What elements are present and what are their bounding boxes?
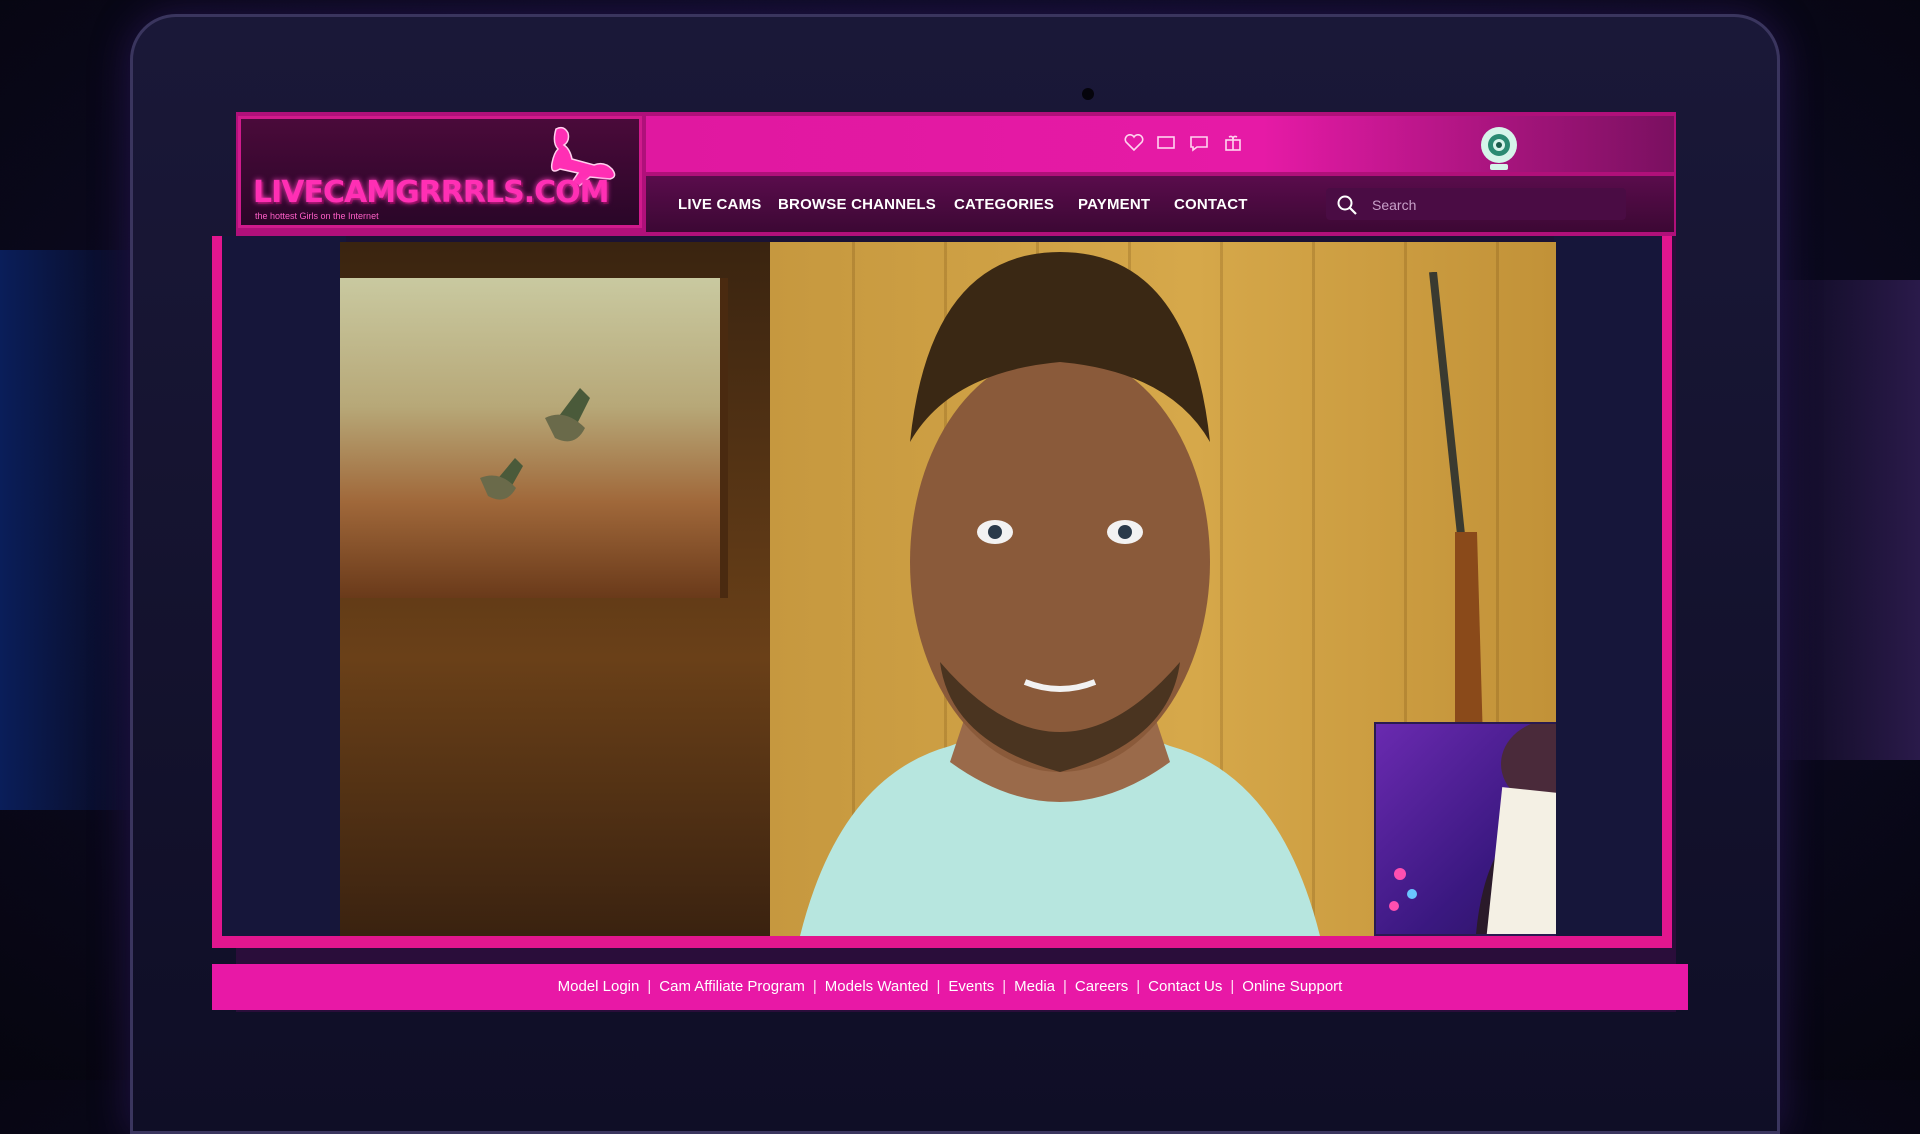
video-frame: [212, 236, 1672, 948]
nav-contact[interactable]: CONTACT: [1174, 196, 1248, 213]
footer-separator: |: [1136, 978, 1141, 995]
laptop-screen: LIVECAMGRRRLS.COM the hottest Girls on t…: [212, 112, 1688, 1012]
footer-separator: |: [647, 978, 652, 995]
search-icon[interactable]: [1336, 194, 1358, 216]
footer-separator: |: [936, 978, 941, 995]
footer-links: Model Login | Cam Affiliate Program | Models…: [212, 978, 1688, 995]
logo-tagline: the hottest Girls on the Internet: [255, 211, 379, 221]
nav-payment[interactable]: PAYMENT: [1078, 196, 1150, 213]
footer-contact-us[interactable]: Contact Us: [1148, 978, 1222, 995]
webcam-icon[interactable]: [1474, 124, 1524, 174]
heart-icon[interactable]: [1123, 133, 1145, 152]
chat-icon[interactable]: [1188, 134, 1210, 152]
laptop-camera: [1082, 88, 1094, 100]
footer-models-wanted[interactable]: Models Wanted: [825, 978, 929, 995]
search-input[interactable]: [1370, 192, 1614, 218]
footer-separator: |: [1063, 978, 1067, 995]
footer-online-support[interactable]: Online Support: [1242, 978, 1342, 995]
message-icon[interactable]: [1155, 134, 1177, 152]
pip-self-video[interactable]: [1374, 722, 1556, 936]
ambient-light-left: [0, 250, 140, 810]
person-video-subject: [800, 252, 1320, 936]
footer-separator: |: [1230, 978, 1235, 995]
nav-categories[interactable]: CATEGORIES: [954, 196, 1054, 213]
video-player[interactable]: [222, 236, 1662, 936]
video-letterbox-right: [1554, 236, 1662, 936]
cabinet: [340, 242, 770, 936]
footer-events[interactable]: Events: [948, 978, 994, 995]
duck-painting: [340, 278, 728, 598]
footer-media[interactable]: Media: [1014, 978, 1055, 995]
video-letterbox-left: [222, 236, 346, 936]
site-logo[interactable]: LIVECAMGRRRLS.COM the hottest Girls on t…: [238, 116, 642, 228]
footer-separator: |: [1002, 978, 1007, 995]
site-header: LIVECAMGRRRLS.COM the hottest Girls on t…: [236, 112, 1676, 236]
search-box: [1326, 188, 1626, 220]
footer-careers[interactable]: Careers: [1075, 978, 1128, 995]
gift-icon[interactable]: [1222, 134, 1244, 152]
pip-person-image: [1389, 724, 1556, 934]
footer-separator: |: [812, 978, 817, 995]
main-video-feed[interactable]: [340, 242, 1556, 936]
ambient-light-right: [1760, 280, 1920, 760]
site-footer: Model Login | Cam Affiliate Program | Models…: [212, 964, 1688, 1010]
footer-cam-affiliate-program[interactable]: Cam Affiliate Program: [659, 978, 805, 995]
main-nav: LIVE CAMS BROWSE CHANNELS CATEGORIES PAY…: [646, 176, 1674, 232]
nav-browse-channels[interactable]: BROWSE CHANNELS: [778, 196, 936, 213]
logo-text: LIVECAMGRRRLS.COM: [253, 175, 609, 210]
nav-live-cams[interactable]: LIVE CAMS: [678, 196, 761, 213]
footer-model-login[interactable]: Model Login: [558, 978, 640, 995]
ducks-image: [480, 388, 590, 500]
top-icon-bar: [646, 116, 1674, 172]
